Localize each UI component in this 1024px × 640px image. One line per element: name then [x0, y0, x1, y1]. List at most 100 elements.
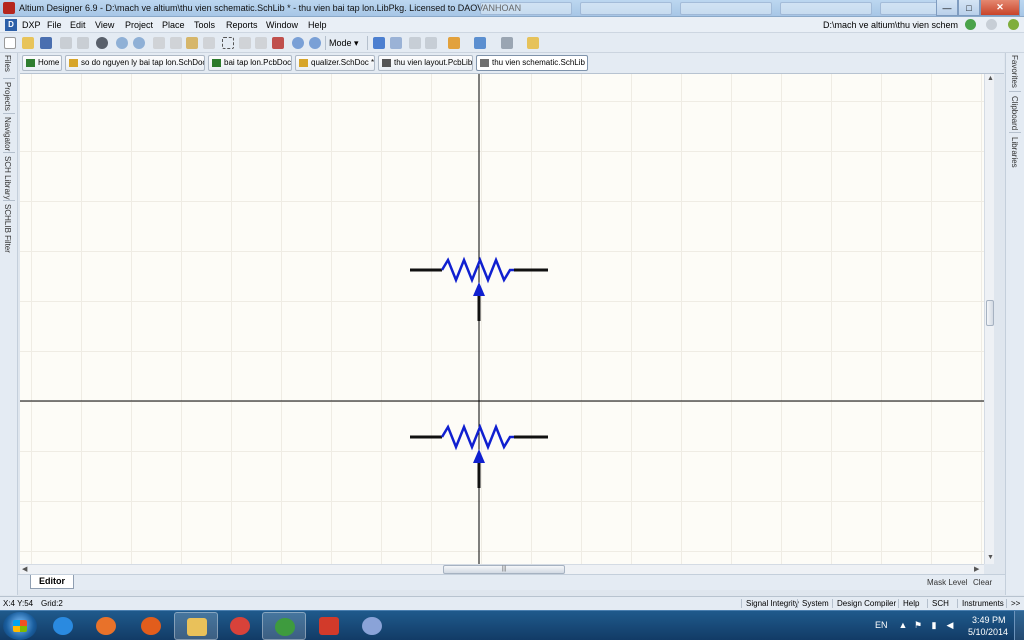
save-icon[interactable]: [40, 37, 52, 49]
tab-schdoc-nguyen-ly[interactable]: so do nguyen ly bai tap lon.SchDoc: [65, 55, 205, 71]
menu-file[interactable]: File: [47, 20, 62, 30]
tab-qualizer[interactable]: qualizer.SchDoc *: [295, 55, 375, 71]
network-icon[interactable]: ▮: [929, 620, 939, 630]
menu-help[interactable]: Help: [308, 20, 327, 30]
scroll-down-icon[interactable]: ▼: [987, 554, 994, 561]
taskbar-altium[interactable]: [262, 612, 306, 640]
scroll-up-icon[interactable]: ▲: [987, 75, 994, 82]
move-icon[interactable]: [239, 37, 251, 49]
deselect-icon[interactable]: [255, 37, 267, 49]
panel-tab-navigator[interactable]: Navigator: [3, 117, 12, 151]
minimize-button[interactable]: —: [936, 0, 958, 16]
taskbar-explorer[interactable]: [174, 612, 218, 640]
paste-icon[interactable]: [186, 37, 198, 49]
select-area-icon[interactable]: [222, 37, 234, 49]
tray-expand-icon[interactable]: ▲: [898, 620, 908, 630]
vertical-scrollbar[interactable]: ▲ ▼: [984, 74, 994, 564]
mode-dropdown[interactable]: Mode ▾: [329, 36, 359, 50]
back-icon[interactable]: [965, 19, 976, 30]
clear-button[interactable]: Clear: [973, 578, 992, 587]
volume-icon[interactable]: ◀: [945, 620, 955, 630]
taskbar-app-red[interactable]: [307, 612, 351, 640]
go-icon[interactable]: [1008, 19, 1019, 30]
editor-tab[interactable]: Editor: [30, 575, 74, 589]
menu-reports[interactable]: Reports: [226, 20, 258, 30]
panel-tab-files[interactable]: Files: [3, 55, 12, 72]
panel-tab-sch-library[interactable]: SCH Library: [3, 156, 12, 200]
vertical-scroll-thumb[interactable]: [986, 300, 994, 326]
panel-button-help[interactable]: Help: [898, 599, 919, 608]
tab-label: so do nguyen ly bai tap lon.SchDoc: [81, 58, 205, 67]
mask-level-button[interactable]: Mask Level: [927, 578, 967, 587]
language-indicator[interactable]: EN: [875, 620, 888, 630]
clock-time[interactable]: 3:49 PM: [972, 615, 1006, 625]
sheet-icon[interactable]: [96, 37, 108, 49]
component-library-icon[interactable]: [527, 37, 539, 49]
panel-button-instruments[interactable]: Instruments: [957, 599, 1004, 608]
background-tab: [880, 2, 944, 15]
scroll-left-icon[interactable]: ◀: [22, 565, 27, 573]
start-button[interactable]: [3, 612, 37, 640]
panel-tab-clipboard[interactable]: Clipboard: [1010, 96, 1019, 130]
tab-schlib[interactable]: thu vien schematic.SchLib *: [476, 55, 588, 71]
windows-logo-icon: [13, 620, 27, 632]
rubber-stamp-icon[interactable]: [203, 37, 215, 49]
panel-button-signal-integrity[interactable]: Signal Integrity: [741, 599, 799, 608]
maximize-button[interactable]: □: [958, 0, 980, 16]
panel-button-design-compiler[interactable]: Design Compiler: [832, 599, 896, 608]
panel-button-system[interactable]: System: [797, 599, 829, 608]
menu-view[interactable]: View: [95, 20, 114, 30]
add-part-icon[interactable]: [373, 37, 385, 49]
new-document-icon[interactable]: [4, 37, 16, 49]
open-folder-icon[interactable]: [22, 37, 34, 49]
background-tab: [480, 2, 572, 15]
menu-project[interactable]: Project: [125, 20, 153, 30]
panel-button-sch[interactable]: SCH: [927, 599, 949, 608]
panel-tab-schlib-filter[interactable]: SCHLIB Filter: [3, 204, 12, 253]
horizontal-scrollbar[interactable]: ◀ ||| ▶: [20, 564, 984, 574]
drawing-tools-icon[interactable]: [474, 37, 486, 49]
print-icon[interactable]: [60, 37, 72, 49]
cut-icon[interactable]: [153, 37, 165, 49]
grid-icon[interactable]: [501, 37, 513, 49]
undo-icon[interactable]: [292, 37, 304, 49]
forward-icon[interactable]: [986, 19, 997, 30]
clear-filter-icon[interactable]: [272, 37, 284, 49]
place-icon[interactable]: [448, 37, 460, 49]
zoom-out-icon[interactable]: [133, 37, 145, 49]
menu-place[interactable]: Place: [162, 20, 185, 30]
document-path-dropdown[interactable]: D:\mach ve altium\thu vien schem ▾: [820, 18, 960, 32]
scroll-right-icon[interactable]: ▶: [974, 565, 979, 573]
redo-icon[interactable]: [309, 37, 321, 49]
copy-icon[interactable]: [170, 37, 182, 49]
panel-button-more[interactable]: >>: [1006, 599, 1020, 608]
taskbar-chrome[interactable]: [218, 612, 262, 640]
clock-date[interactable]: 5/10/2014: [968, 627, 1008, 637]
action-center-icon[interactable]: ⚑: [913, 620, 923, 630]
menu-edit[interactable]: Edit: [70, 20, 86, 30]
zoom-in-icon[interactable]: [116, 37, 128, 49]
taskbar-firefox[interactable]: [129, 612, 173, 640]
tab-home[interactable]: Home: [22, 55, 62, 71]
panel-tab-favorites[interactable]: Favorites: [1010, 55, 1019, 88]
next-part-icon[interactable]: [425, 37, 437, 49]
remove-part-icon[interactable]: [390, 37, 402, 49]
taskbar-media-player[interactable]: [84, 612, 128, 640]
taskbar-paint[interactable]: [350, 612, 394, 640]
menu-window[interactable]: Window: [266, 20, 298, 30]
horizontal-scroll-thumb[interactable]: |||: [443, 565, 565, 574]
tab-label: bai tap lon.PcbDoc: [224, 58, 292, 67]
tab-pcbdoc[interactable]: bai tap lon.PcbDoc: [208, 55, 292, 71]
taskbar-internet-explorer[interactable]: [41, 612, 85, 640]
schematic-canvas[interactable]: [20, 74, 984, 564]
print-preview-icon[interactable]: [77, 37, 89, 49]
show-desktop-button[interactable]: [1014, 611, 1024, 640]
tab-pcblib[interactable]: thu vien layout.PcbLib: [378, 55, 473, 71]
menu-dxp[interactable]: DXP: [22, 20, 41, 30]
menu-tools[interactable]: Tools: [194, 20, 215, 30]
close-button[interactable]: ✕: [980, 0, 1020, 16]
panel-tab-projects[interactable]: Projects: [3, 82, 12, 111]
panel-tab-libraries[interactable]: Libraries: [1010, 137, 1019, 168]
windows-taskbar: EN ▲ ⚑ ▮ ◀ 3:49 PM 5/10/2014: [0, 610, 1024, 640]
prev-part-icon[interactable]: [409, 37, 421, 49]
